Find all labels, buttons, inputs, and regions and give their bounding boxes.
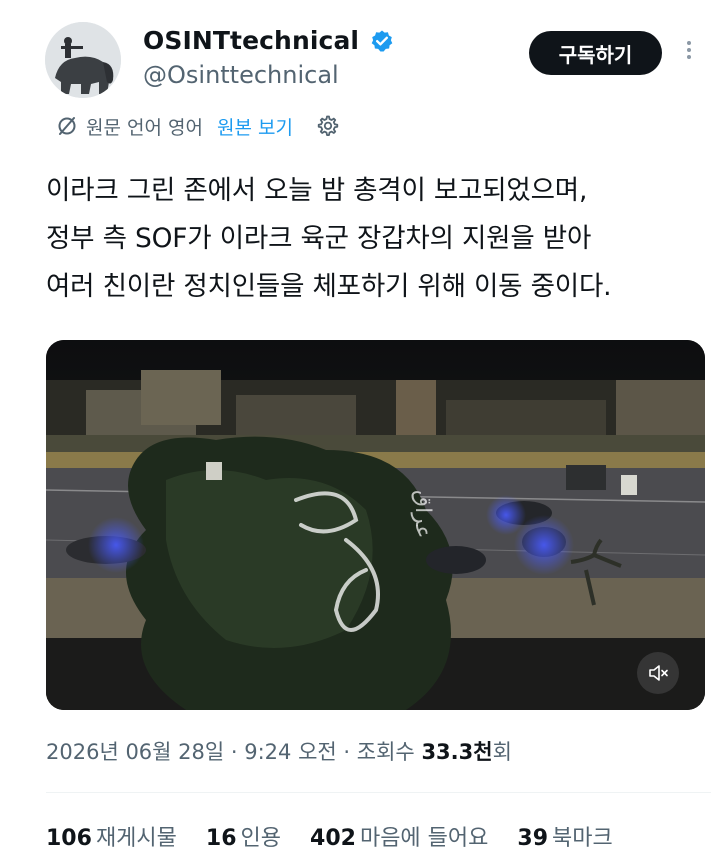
video-frame: عراق <box>46 340 705 710</box>
tweet-line: 정부 측 SOF가 이라크 육군 장갑차의 지원을 받아 <box>46 223 592 254</box>
tweet-text: 이라크 그린 존에서 오늘 밤 총격이 보고되었으며, 정부 측 SOF가 이라… <box>46 167 706 311</box>
likes-stat[interactable]: 402 마음에 들어요 <box>310 826 488 851</box>
views-label: 조회수 <box>356 740 415 764</box>
avatar[interactable] <box>45 22 121 98</box>
quotes-stat[interactable]: 16 인용 <box>206 826 281 851</box>
translate-off-icon <box>58 117 76 135</box>
gear-icon[interactable] <box>315 114 339 138</box>
display-name[interactable]: OSINTtechnical <box>143 26 359 55</box>
views-count: 33.3천 <box>421 740 493 764</box>
divider <box>46 792 711 793</box>
post-time[interactable]: 9:24 오전 <box>244 740 336 764</box>
subscribe-button[interactable]: 구독하기 <box>529 31 662 75</box>
tweet-meta: 2026년 06월 28일 · 9:24 오전 · 조회수 33.3천회 <box>46 740 512 764</box>
tweet-header: OSINTtechnical @Osinttechnical 구독하기 <box>0 0 711 110</box>
engagement-stats: 106 재게시물 16 인용 402 마음에 들어요 39 북마크 <box>46 820 635 852</box>
mute-button[interactable] <box>637 652 679 694</box>
verified-badge-icon <box>371 30 393 51</box>
video-player[interactable]: عراق <box>46 340 705 710</box>
translation-bar: 원문 언어 영어 원본 보기 <box>56 111 339 141</box>
handle[interactable]: @Osinttechnical <box>143 61 394 89</box>
reposts-stat[interactable]: 106 재게시물 <box>46 826 177 851</box>
volume-mute-icon <box>649 665 668 681</box>
more-options-icon[interactable] <box>682 38 696 68</box>
views-suffix: 회 <box>492 740 512 764</box>
tweet-line: 여러 친이란 정치인들을 체포하기 위해 이동 중이다. <box>46 271 612 302</box>
video-watermark: عراق <box>410 490 435 538</box>
view-original-link[interactable]: 원본 보기 <box>217 113 293 140</box>
bookmarks-stat[interactable]: 39 북마크 <box>517 826 612 851</box>
post-date[interactable]: 2026년 06월 28일 <box>46 740 224 764</box>
tweet-line: 이라크 그린 존에서 오늘 밤 총격이 보고되었으며, <box>46 175 588 206</box>
original-language-label: 원문 언어 영어 <box>86 116 203 139</box>
